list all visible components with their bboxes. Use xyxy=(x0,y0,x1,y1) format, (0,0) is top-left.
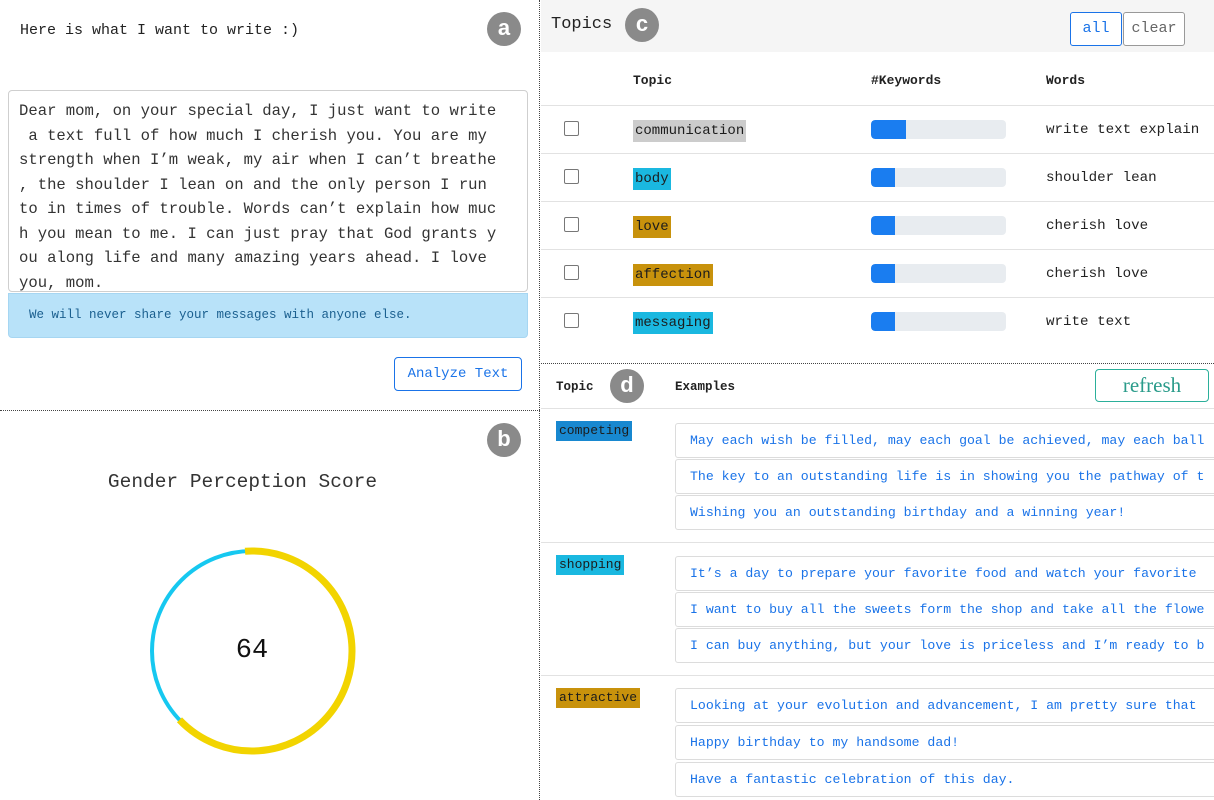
keyword-bar-fill xyxy=(871,264,896,283)
group-divider xyxy=(541,542,1214,543)
example-item[interactable]: The key to an outstanding life is in sho… xyxy=(675,459,1214,494)
keyword-bar-fill xyxy=(871,168,896,187)
score-value: 64 xyxy=(235,636,269,666)
example-item[interactable]: I want to buy all the sweets form the sh… xyxy=(675,592,1214,627)
message-textarea[interactable]: Dear mom, on your special day, I just wa… xyxy=(8,90,528,292)
topic-checkbox[interactable] xyxy=(564,121,579,136)
keyword-bar-fill xyxy=(871,312,896,331)
keyword-bar xyxy=(871,120,1006,139)
topic-words: shoulder lean xyxy=(1046,170,1157,186)
panel-label-c: c xyxy=(625,8,659,42)
analyze-text-button[interactable]: Analyze Text xyxy=(394,357,522,391)
example-item[interactable]: I can buy anything, but your love is pri… xyxy=(675,628,1214,663)
refresh-button[interactable]: refresh xyxy=(1095,369,1209,402)
col-header-topic: Topic xyxy=(633,73,673,88)
topic-words: write text xyxy=(1046,314,1132,330)
topic-checkbox[interactable] xyxy=(564,265,579,280)
keyword-bar xyxy=(871,312,1006,331)
topic-checkbox[interactable] xyxy=(564,217,579,232)
topic-tag: body xyxy=(633,168,671,190)
score-panel: b Gender Perception Score 64 xyxy=(0,411,540,800)
group-divider xyxy=(541,408,1214,409)
panel-label-a: a xyxy=(487,12,521,46)
panel-label-b: b xyxy=(487,423,521,457)
topic-row: messaging write text xyxy=(541,297,1214,346)
example-topic-tag: shopping xyxy=(556,555,625,575)
examples-panel: Topic d Examples refresh competing May e… xyxy=(541,364,1214,800)
example-item[interactable]: Wishing you an outstanding birthday and … xyxy=(675,495,1214,530)
topic-tag: communication xyxy=(633,120,747,142)
topic-checkbox[interactable] xyxy=(564,313,579,328)
topic-words: write text explain xyxy=(1046,122,1200,138)
topic-words: cherish love xyxy=(1046,218,1149,234)
topics-header: Topics c all clear xyxy=(541,0,1214,52)
topic-words: cherish love xyxy=(1046,266,1149,282)
panel-label-d: d xyxy=(610,369,644,403)
col-header-topic: Topic xyxy=(556,380,594,394)
example-item[interactable]: It’s a day to prepare your favorite food… xyxy=(675,556,1214,591)
score-title: Gender Perception Score xyxy=(107,471,378,493)
col-header-keywords: #Keywords xyxy=(871,73,942,88)
keyword-bar xyxy=(871,264,1006,283)
topic-checkbox[interactable] xyxy=(564,169,579,184)
topic-tag: love xyxy=(633,216,671,238)
select-all-button[interactable]: all xyxy=(1070,12,1122,46)
keyword-bar xyxy=(871,216,1006,235)
example-topic-tag: competing xyxy=(556,421,633,441)
col-header-examples: Examples xyxy=(675,380,736,394)
topic-row: body shoulder lean xyxy=(541,153,1214,202)
topics-title: Topics xyxy=(551,15,613,34)
clear-button[interactable]: clear xyxy=(1123,12,1185,46)
keyword-bar-fill xyxy=(871,216,896,235)
example-topic-tag: attractive xyxy=(556,688,641,708)
input-panel: Here is what I want to write :) a Dear m… xyxy=(0,0,540,410)
input-heading: Here is what I want to write :) xyxy=(20,22,300,39)
keyword-bar-fill xyxy=(871,120,907,139)
example-item[interactable]: May each wish be filled, may each goal b… xyxy=(675,423,1214,458)
topic-tag: messaging xyxy=(633,312,713,334)
privacy-notice: We will never share your messages with a… xyxy=(8,293,528,338)
topic-tag: affection xyxy=(633,264,713,286)
example-item[interactable]: Have a fantastic celebration of this day… xyxy=(675,762,1214,797)
topic-row: love cherish love xyxy=(541,201,1214,250)
col-header-words: Words xyxy=(1046,73,1086,88)
topic-row: communication write text explain xyxy=(541,105,1214,154)
group-divider xyxy=(541,675,1214,676)
topic-row: affection cherish love xyxy=(541,249,1214,298)
topics-panel: Topics c all clear Topic #Keywords Words… xyxy=(541,0,1214,363)
example-item[interactable]: Happy birthday to my handsome dad! xyxy=(675,725,1214,760)
example-item[interactable]: Looking at your evolution and advancemen… xyxy=(675,688,1214,723)
keyword-bar xyxy=(871,168,1006,187)
